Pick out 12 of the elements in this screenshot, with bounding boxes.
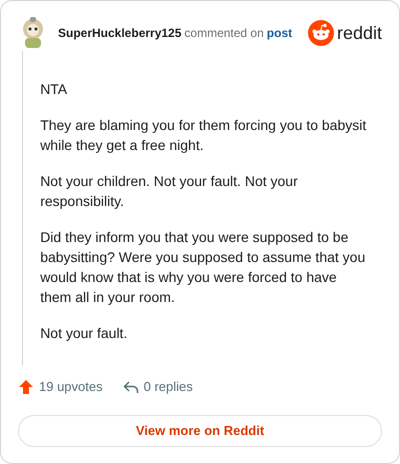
- comment-paragraph: Did they inform you that you were supposed to be babysitting? Were you supposed to assume that you would know that is why you were forced to have them all in your room.: [40, 228, 366, 307]
- author-name[interactable]: SuperHuckleberry125: [58, 24, 182, 42]
- brand-name: reddit: [336, 24, 382, 42]
- view-more-button[interactable]: View more on Reddit: [18, 415, 382, 447]
- comment-paragraph: Not your fault.: [40, 324, 128, 343]
- post-link[interactable]: post: [266, 24, 292, 42]
- comment-paragraph: Not your children. Not your fault. Not your responsibility.: [40, 172, 299, 211]
- comment-paragraph: NTA: [40, 80, 68, 99]
- reply-count: 0 replies: [144, 378, 193, 396]
- upvote-count: 19 upvotes: [39, 378, 103, 396]
- comment-paragraph: They are blaming you for them forcing you to babysit while they get a free night.: [40, 116, 368, 155]
- action-text: commented on: [184, 25, 264, 42]
